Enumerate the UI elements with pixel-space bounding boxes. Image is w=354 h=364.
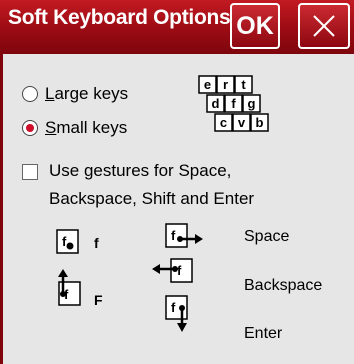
svg-text:d: d xyxy=(212,96,220,111)
svg-text:t: t xyxy=(241,77,246,92)
svg-text:f: f xyxy=(171,228,176,243)
preview-key: b xyxy=(250,113,269,132)
preview-key: e xyxy=(198,75,217,94)
backspace-label: Backspace xyxy=(244,277,323,294)
title-bar: Soft Keyboard Options OK xyxy=(0,0,354,54)
shift-result-label: F xyxy=(94,292,103,308)
preview-key: g xyxy=(242,94,261,113)
small-keys-radio[interactable] xyxy=(22,120,38,136)
space-label: Space xyxy=(244,228,290,245)
enter-gesture-icon: f xyxy=(165,295,188,332)
small-keys-label: Small keys xyxy=(45,118,128,137)
keyboard-preview-icon: e r t d f g c v b xyxy=(198,75,269,132)
large-keys-radio[interactable] xyxy=(22,86,38,102)
svg-text:v: v xyxy=(238,115,246,130)
preview-key: v xyxy=(232,113,251,132)
preview-key: t xyxy=(234,75,253,94)
preview-key: c xyxy=(214,113,233,132)
tap-key-icon: f xyxy=(56,229,79,254)
large-keys-label: Large keys xyxy=(45,84,129,103)
close-button[interactable] xyxy=(298,3,350,49)
space-gesture-icon: f xyxy=(165,223,203,248)
backspace-gesture-icon: f xyxy=(152,258,193,283)
svg-text:b: b xyxy=(256,115,264,130)
ok-button[interactable]: OK xyxy=(230,3,280,49)
small-keys-option[interactable]: Small keys xyxy=(22,118,127,138)
svg-text:c: c xyxy=(220,115,227,130)
shift-gesture-icon: f xyxy=(58,269,81,306)
gestures-label-line2: Backspace, Shift and Enter xyxy=(49,189,255,208)
large-keys-option[interactable]: Large keys xyxy=(22,84,128,104)
svg-text:f: f xyxy=(231,96,236,111)
svg-text:f: f xyxy=(171,300,176,315)
preview-key: d xyxy=(206,94,225,113)
svg-text:e: e xyxy=(204,77,211,92)
window-title: Soft Keyboard Options xyxy=(8,6,231,29)
gestures-label-line1: Use gestures for Space, xyxy=(49,161,232,180)
close-icon xyxy=(313,15,335,37)
svg-text:r: r xyxy=(223,77,228,92)
svg-text:g: g xyxy=(248,96,256,111)
large-keys-label-text: arge keys xyxy=(54,84,129,103)
preview-key: f xyxy=(224,94,243,113)
gestures-checkbox[interactable] xyxy=(22,164,38,180)
preview-key: r xyxy=(216,75,235,94)
enter-label: Enter xyxy=(244,325,283,342)
svg-text:f: f xyxy=(177,263,182,278)
tap-result-label: f xyxy=(94,235,99,251)
svg-text:f: f xyxy=(62,234,67,249)
radio-selected-dot xyxy=(26,124,34,132)
small-keys-label-text: mall keys xyxy=(56,118,128,137)
